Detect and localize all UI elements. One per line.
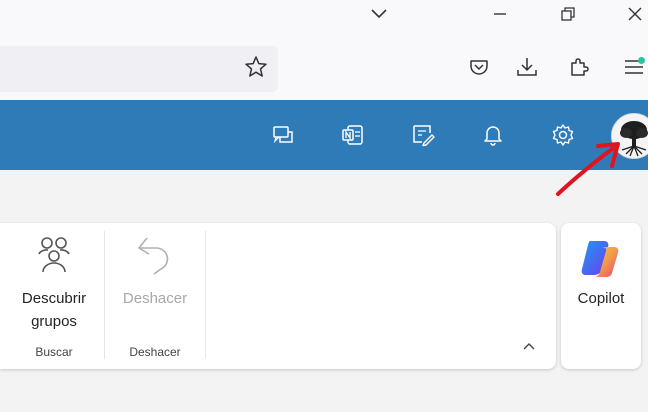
people-group-icon bbox=[38, 237, 70, 273]
discover-groups-label-line2: grupos bbox=[31, 313, 77, 330]
undo-label: Deshacer bbox=[122, 290, 188, 307]
gear-icon bbox=[552, 124, 574, 146]
feedback-icon bbox=[273, 126, 293, 144]
whiteboard-button[interactable] bbox=[410, 122, 436, 148]
chevron-up-icon bbox=[523, 343, 535, 350]
downloads-button[interactable] bbox=[513, 53, 541, 81]
restore-icon bbox=[561, 7, 575, 21]
copilot-icon bbox=[581, 241, 619, 277]
browser-title-bar bbox=[0, 0, 648, 40]
onenote-icon bbox=[342, 125, 363, 145]
onenote-button[interactable] bbox=[340, 122, 366, 148]
app-header bbox=[0, 100, 648, 170]
pocket-button[interactable] bbox=[465, 53, 493, 81]
chevron-down-icon bbox=[371, 9, 387, 19]
extensions-button[interactable] bbox=[565, 53, 593, 81]
whiteboard-icon bbox=[413, 125, 435, 147]
download-icon bbox=[517, 58, 537, 76]
pocket-icon bbox=[470, 60, 488, 75]
close-icon bbox=[628, 7, 642, 21]
list-tabs-button[interactable] bbox=[359, 0, 399, 28]
extensions-icon bbox=[571, 58, 589, 76]
undo-icon bbox=[138, 237, 169, 275]
settings-button[interactable] bbox=[550, 122, 576, 148]
menu-notification-dot bbox=[638, 57, 645, 64]
star-icon bbox=[245, 56, 267, 77]
collapse-ribbon-button[interactable] bbox=[518, 338, 540, 356]
notifications-button[interactable] bbox=[480, 122, 506, 148]
restore-button[interactable] bbox=[548, 0, 588, 28]
minimize-button[interactable] bbox=[480, 0, 520, 28]
copilot-label: Copilot bbox=[577, 290, 625, 307]
tree-avatar-image bbox=[612, 114, 648, 158]
group-label-buscar: Buscar bbox=[35, 345, 73, 359]
ribbon-separator bbox=[104, 231, 105, 359]
address-bar[interactable] bbox=[0, 46, 278, 92]
ribbon-separator bbox=[205, 231, 206, 359]
minimize-icon bbox=[494, 13, 506, 15]
feedback-button[interactable] bbox=[271, 122, 297, 148]
bell-icon bbox=[484, 126, 502, 146]
bookmark-button[interactable] bbox=[242, 53, 270, 81]
close-button[interactable] bbox=[615, 0, 648, 28]
discover-groups-label-line1: Descubrir bbox=[21, 290, 87, 307]
group-label-deshacer: Deshacer bbox=[129, 345, 181, 359]
browser-toolbar bbox=[0, 40, 648, 100]
